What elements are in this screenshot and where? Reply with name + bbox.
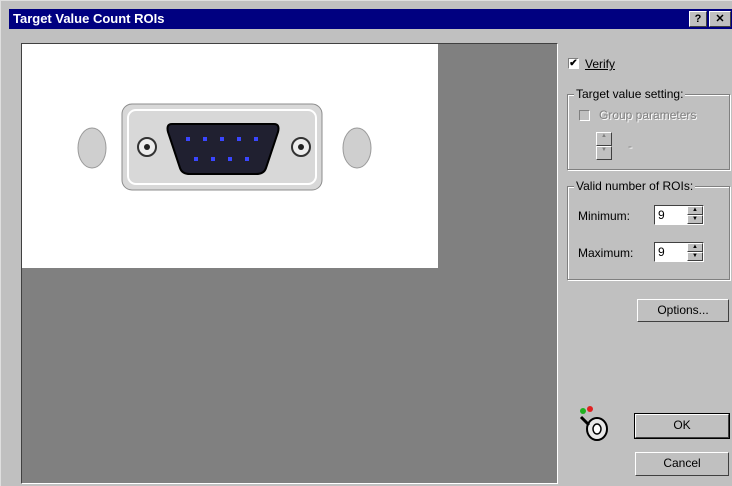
minimum-spinner[interactable]: ▲ ▼ [687,206,703,224]
minimum-spin-down[interactable]: ▼ [687,215,703,224]
minimum-spin-up[interactable]: ▲ [687,206,703,215]
cancel-button[interactable]: Cancel [635,452,729,476]
maximum-spin-down[interactable]: ▼ [687,252,703,261]
window-title: Target Value Count ROIs [13,11,165,26]
help-button[interactable]: ? [689,11,707,27]
target-value-group: Target value setting: Group parameters ▲… [567,87,730,170]
group-parameters-label: Group parameters [599,108,697,122]
image-viewport[interactable] [21,43,558,484]
verify-checkbox[interactable]: ✔ [568,58,579,69]
close-button[interactable]: ✕ [709,11,731,27]
maximum-label: Maximum: [578,246,634,260]
camera-image [22,44,438,268]
maximum-spinner[interactable]: ▲ ▼ [687,243,703,261]
minimum-label: Minimum: [578,209,631,223]
maximum-input[interactable]: 9 ▲ ▼ [654,242,704,262]
title-bar: Target Value Count ROIs ? ✕ [9,9,732,29]
group-parameters-checkbox[interactable] [579,110,590,121]
valid-rois-legend: Valid number of ROIs: [574,179,696,193]
maximum-value: 9 [658,245,665,259]
dialog-window: Target Value Count ROIs ? ✕ ✔ Verify Tar… [0,0,732,486]
maximum-spin-up[interactable]: ▲ [687,243,703,252]
group-spin-down[interactable]: ▼ [596,146,612,160]
valid-rois-group: Valid number of ROIs: Minimum: 9 ▲ ▼ Max… [567,179,730,280]
db9-connector-image [77,103,372,191]
minimum-input[interactable]: 9 ▲ ▼ [654,205,704,225]
target-value-legend: Target value setting: [574,87,686,101]
group-spinner[interactable]: ▲ ▼ [596,132,612,160]
group-spin-up[interactable]: ▲ [596,132,612,146]
verify-label-text: Verify [585,57,616,71]
options-button[interactable]: Options... [637,299,729,322]
minimum-value: 9 [658,208,665,222]
group-value-dash: - [628,139,632,153]
verify-label[interactable]: Verify [585,57,615,71]
ok-button[interactable]: OK [634,413,730,439]
key-icon [579,406,608,441]
